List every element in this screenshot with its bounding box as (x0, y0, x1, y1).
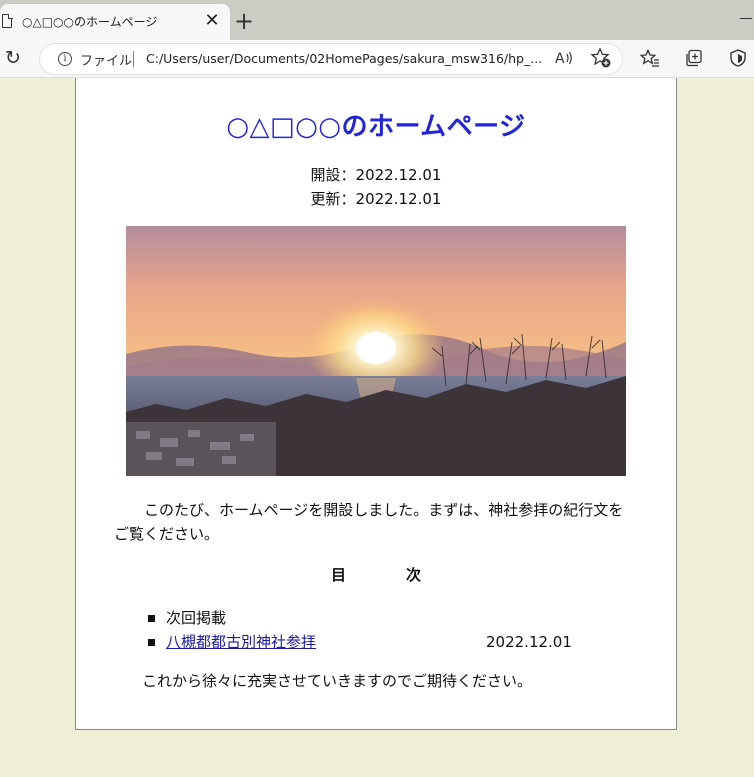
address-bar[interactable]: i ファイル C:/Users/user/Documents/02HomePag… (40, 44, 622, 74)
toc-item-label: 次回掲載 (166, 609, 227, 627)
svg-text:A: A (555, 51, 565, 67)
add-favorite-icon[interactable] (590, 47, 612, 74)
file-label: ファイル (80, 54, 133, 69)
read-aloud-icon[interactable]: A (554, 49, 574, 71)
bullet-icon (148, 615, 155, 622)
tab-title: ○△□○○のホームページ (22, 15, 158, 29)
address-separator (133, 51, 134, 67)
info-icon[interactable]: i (58, 52, 72, 66)
opened-date: 開設：2022.12.01 (310, 166, 442, 184)
active-tab[interactable]: ○△□○○のホームページ ✕ (0, 4, 230, 40)
url-text[interactable]: C:/Users/user/Documents/02HomePages/saku… (146, 51, 542, 66)
toc-list: 次回掲載 八槻都都古別神社参拝 2022.12.01 (148, 606, 572, 654)
new-tab-icon[interactable]: + (232, 8, 256, 36)
favorites-icon[interactable] (639, 48, 661, 72)
tab-strip: ○△□○○のホームページ ✕ + (0, 0, 754, 40)
page-container: ○△□○○のホームページ 開設：2022.12.01 更新：2022.12.01 (75, 78, 677, 730)
toc-item-date: 2022.12.01 (486, 633, 572, 651)
shrine-visit-link[interactable]: 八槻都都古別神社参拝 (166, 633, 316, 651)
reload-icon[interactable]: ↻ (2, 47, 24, 69)
closing-paragraph: これから徐々に充実させていきますのでご期待ください。 (142, 672, 533, 690)
sunrise-photo (126, 226, 626, 476)
collections-icon[interactable] (683, 49, 705, 72)
minimize-icon[interactable] (736, 8, 754, 28)
intro-paragraph: このたび、ホームページを開設しました。まずは、神社参拝の紀行文をご覧ください。 (114, 501, 624, 543)
close-tab-icon[interactable]: ✕ (203, 10, 221, 32)
list-item: 八槻都都古別神社参拝 2022.12.01 (148, 630, 572, 654)
updated-date: 更新：2022.12.01 (310, 190, 442, 208)
document-icon (2, 13, 13, 28)
browser-toolbar: ↻ i ファイル C:/Users/user/Documents/02HomeP… (0, 40, 754, 78)
bullet-icon (148, 639, 155, 646)
browser-essentials-icon[interactable] (727, 49, 749, 72)
toc-heading: 目次 (330, 566, 481, 584)
list-item: 次回掲載 (148, 606, 316, 630)
page-title: ○△□○○のホームページ (226, 112, 526, 142)
